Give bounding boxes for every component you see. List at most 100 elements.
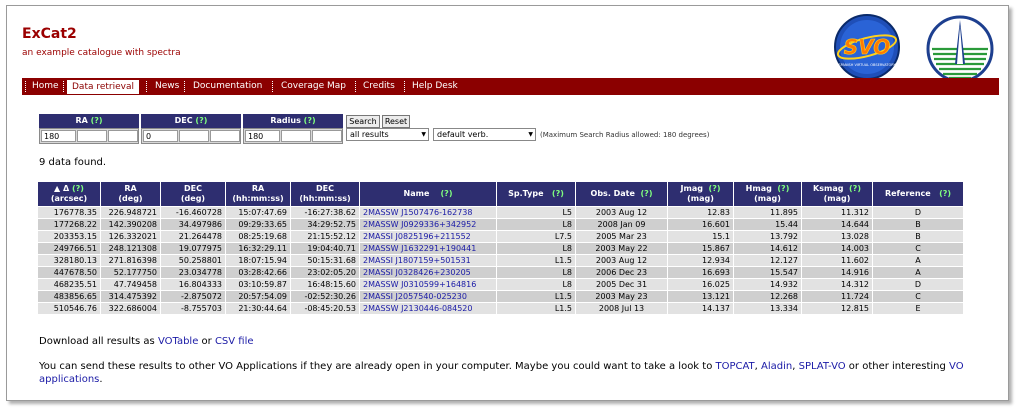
cell-name[interactable]: 2MASSI J1807159+501531 [360,255,496,266]
cell-distance: 483856.65 [38,291,100,302]
cell-hmag: 15.547 [734,267,801,278]
csv-link[interactable]: CSV file [215,336,254,347]
ra-hours-input[interactable]: 180 [41,130,76,142]
nav-separator [63,81,64,92]
cell-jmag: 13.121 [668,291,733,302]
col-header-hmag[interactable]: Hmag (?) (mag) [734,182,801,206]
cell-name[interactable]: 2MASSI J0328426+230205 [360,267,496,278]
cell-sptype: L8 [497,243,575,254]
cell-reference: B [873,231,963,242]
dec-degrees-input[interactable]: 0 [143,130,178,142]
help-link[interactable]: (?) [641,189,653,198]
cell-ksmag: 14.644 [802,219,872,230]
cell-dec-deg: 23.034778 [161,267,225,278]
cell-name[interactable]: 2MASSI J2057540-025230 [360,291,496,302]
send-text-2: or other interesting [845,361,950,372]
ra-help-link[interactable]: (?) [91,116,103,125]
max-radius-info: (Maximum Search Radius allowed: 180 degr… [540,131,710,139]
help-link[interactable]: (?) [552,189,564,198]
cell-sptype: L7.5 [497,231,575,242]
nav-separator [146,81,147,92]
cell-dec-dms: -02:52:30.26 [291,291,359,302]
dec-seconds-input[interactable] [210,130,240,142]
cell-ra-hms: 18:07:15.94 [226,255,290,266]
col-header-name[interactable]: Name (?) [360,182,496,206]
radius-degrees-input[interactable]: 180 [245,130,280,142]
radius-help-link[interactable]: (?) [304,116,316,125]
table-row: 328180.13 271.816398 50.258801 18:07:15.94 5… [38,255,963,266]
col-header-sptype[interactable]: Sp.Type (?) [497,182,575,206]
col-header-reference[interactable]: Reference (?) [873,182,963,206]
help-link[interactable]: (?) [709,184,721,193]
cell-hmag: 14.932 [734,279,801,290]
cell-ra-deg: 322.686004 [101,303,160,314]
aladin-link[interactable]: Aladin [761,361,792,372]
cell-hmag: 12.127 [734,255,801,266]
chevron-down-icon: ▼ [528,131,533,138]
results-select[interactable]: all results ▼ [346,128,429,141]
nav-help-desk[interactable]: Help Desk [412,78,458,95]
cell-hmag: 11.895 [734,207,801,218]
nav-news[interactable]: News [155,78,179,95]
cell-ksmag: 14.916 [802,267,872,278]
cell-reference: A [873,255,963,266]
nav-credits[interactable]: Credits [363,78,395,95]
help-link[interactable]: (?) [777,184,789,193]
nav-home[interactable]: Home [32,78,59,95]
cell-reference: D [873,279,963,290]
radius-seconds-input[interactable] [312,130,342,142]
cell-jmag: 15.867 [668,243,733,254]
col-header-jmag[interactable]: Jmag (?) (mag) [668,182,733,206]
nav-data-retrieval[interactable]: Data retrieval [66,79,140,95]
cell-name[interactable]: 2MASSW J0929336+342952 [360,219,496,230]
dec-minutes-input[interactable] [179,130,209,142]
help-link[interactable]: (?) [939,189,951,198]
nav-separator [355,81,356,92]
splat-link[interactable]: SPLAT-VO [799,361,846,372]
col-header-dec-deg[interactable]: DEC (deg) [161,182,225,206]
help-link[interactable]: (?) [72,184,84,193]
table-row: 483856.65 314.475392 -2.875072 20:57:54.09-… [38,291,963,302]
cell-distance: 328180.13 [38,255,100,266]
verbosity-select[interactable]: default verb. ▼ [433,128,536,141]
cell-reference: A [873,267,963,278]
search-button[interactable]: Search [346,115,380,128]
col-header-dec-dms[interactable]: DEC (hh:mm:ss) [291,182,359,206]
help-link[interactable]: (?) [441,189,453,198]
topcat-link[interactable]: TOPCAT [716,361,755,372]
ra-minutes-input[interactable] [77,130,107,142]
cell-obs-date: 2003 Aug 12 [576,207,667,218]
votable-link[interactable]: VOTable [158,336,198,347]
cell-name[interactable]: 2MASSW J0310599+164816 [360,279,496,290]
reset-button[interactable]: Reset [382,115,410,128]
cell-name[interactable]: 2MASSI J0825196+211552 [360,231,496,242]
cell-dec-deg: -2.875072 [161,291,225,302]
table-row: 468235.51 47.749458 16.804333 03:10:59.87 16… [38,279,963,290]
col-header-distance[interactable]: ▲ Δ (?) (arcsec) [38,182,100,206]
cell-name[interactable]: 2MASSW J2130446-084520 [360,303,496,314]
cell-sptype: L8 [497,219,575,230]
download-line: Download all results as VOTable or CSV f… [39,336,254,347]
chevron-down-icon: ▼ [421,131,426,138]
cell-reference: D [873,207,963,218]
send-text-end: . [99,374,103,385]
cell-name[interactable]: 2MASSW J1632291+190441 [360,243,496,254]
radius-minutes-input[interactable] [281,130,311,142]
col-header-ksmag[interactable]: Ksmag (?) (mag) [802,182,872,206]
cell-reference: C [873,243,963,254]
cell-obs-date: 2008 Jan 09 [576,219,667,230]
dec-help-link[interactable]: (?) [195,116,207,125]
nav-coverage-map[interactable]: Coverage Map [281,78,346,95]
cell-ra-hms: 08:25:19.68 [226,231,290,242]
help-link[interactable]: (?) [849,184,861,193]
cell-dec-dms: -08:45:20.53 [291,303,359,314]
col-header-ra-deg[interactable]: RA (deg) [101,182,160,206]
table-row: 203353.15 126.332021 21.264478 08:25:19.68 2… [38,231,963,242]
nav-documentation[interactable]: Documentation [193,78,262,95]
cell-ksmag: 11.602 [802,255,872,266]
col-header-ra-hms[interactable]: RA (hh:mm:ss) [226,182,290,206]
col-header-obs-date[interactable]: Obs. Date (?) [576,182,667,206]
svo-logo-icon[interactable]: SVO SPANISH VIRTUAL OBSERVATORY [832,14,1002,84]
cell-name[interactable]: 2MASSW J1507476-162738 [360,207,496,218]
ra-seconds-input[interactable] [108,130,138,142]
